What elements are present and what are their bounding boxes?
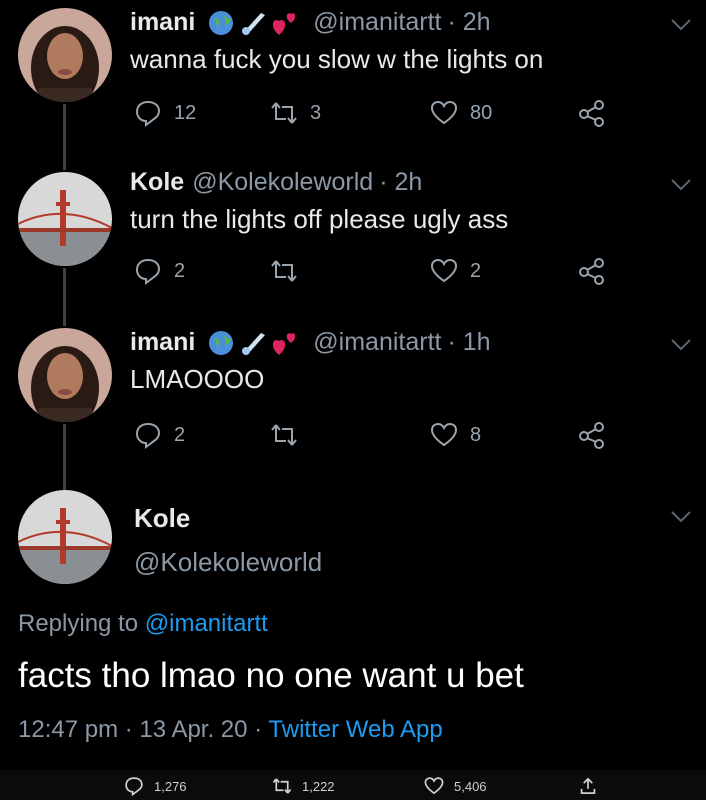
reply-icon [135,258,161,285]
reply-count: 2 [174,259,186,282]
tweet-header: Kole @Kolekoleworld · 2h [130,168,422,197]
tweet-header: imani @imanitartt · 2h [130,8,491,37]
retweet-button[interactable]: 1,222 [272,776,335,796]
reply-count: 12 [174,101,197,124]
display-name[interactable]: Kole [130,168,184,197]
like-button[interactable]: 2 [430,257,481,285]
handle[interactable]: @Kolekoleworld [192,168,373,197]
reply-count: 1,276 [154,778,187,794]
tweet-source-link[interactable]: Twitter Web App [268,716,442,743]
share-button[interactable] [578,257,606,285]
hearts-icon [273,332,296,355]
retweet-icon [271,102,297,124]
share-button[interactable] [578,776,598,796]
heart-icon [430,100,458,125]
emoji-group [203,329,299,357]
comet-icon [242,332,266,355]
like-button[interactable]: 8 [430,421,481,449]
share-icon [579,100,604,127]
thread-line [63,424,66,490]
comet-icon [242,12,266,35]
share-button[interactable] [578,421,606,449]
hearts-icon [273,12,296,35]
thread-line [63,104,66,170]
chevron-down-icon[interactable] [670,510,692,524]
tweet-header: imani @imanitartt · 1h [130,328,491,357]
reply-button[interactable]: 2 [134,257,185,285]
retweet-button[interactable] [270,257,310,285]
share-icon [579,422,604,449]
heart-icon [430,422,458,447]
retweet-icon [272,778,292,794]
share-button[interactable] [578,99,606,127]
tweet-text: turn the lights off please ugly ass [130,204,509,234]
retweet-count: 1,222 [302,778,335,794]
handle[interactable]: @Kolekoleworld [134,547,322,578]
tweet-text: wanna fuck you slow w the lights on [130,44,544,74]
handle[interactable]: @imanitartt [313,8,441,37]
heart-icon [430,258,458,283]
retweet-count: 3 [310,101,322,124]
chevron-down-icon[interactable] [670,178,692,192]
replying-handle-link[interactable]: @imanitartt [145,610,268,637]
display-name[interactable]: imani [130,328,195,357]
tweet-text: LMAOOOO [130,364,265,394]
like-button[interactable]: 80 [430,99,492,127]
reply-icon [135,422,161,449]
globe-icon [209,330,234,355]
like-button[interactable]: 5,406 [424,776,487,796]
timestamp[interactable]: · 1h [447,328,490,357]
display-name[interactable]: imani [130,8,195,37]
share-icon [579,258,604,285]
like-count: 80 [470,101,493,124]
tweet-date[interactable]: · 13 Apr. 20 · [125,716,262,743]
reply-icon [125,777,143,796]
chevron-down-icon[interactable] [670,18,692,32]
avatar-kole[interactable] [18,172,112,266]
retweet-icon [271,424,297,446]
thread-line [63,268,66,326]
timestamp[interactable]: · 2h [379,168,422,197]
reply-button[interactable]: 1,276 [124,776,187,796]
reply-button[interactable]: 2 [134,421,185,449]
bottom-action-bar [0,770,706,800]
tweet-time[interactable]: 12:47 pm [18,716,118,743]
avatar-imani[interactable] [18,328,112,422]
like-count: 5,406 [454,778,487,794]
retweet-icon [271,260,297,282]
like-count: 8 [470,423,482,446]
chevron-down-icon[interactable] [670,338,692,352]
replying-to: Replying to @imanitartt [18,610,268,638]
share-icon [580,777,596,794]
retweet-button[interactable] [270,421,310,449]
handle[interactable]: @imanitartt [313,328,441,357]
main-tweet-text: facts tho lmao no one want u bet [18,656,524,695]
retweet-button[interactable]: 3 [270,99,321,127]
display-name[interactable]: Kole [134,503,190,534]
heart-icon [424,777,444,795]
reply-button[interactable]: 12 [134,99,196,127]
reply-count: 2 [174,423,186,446]
like-count: 2 [470,259,482,282]
tweet-meta: 12:47 pm · 13 Apr. 20 · Twitter Web App [18,716,443,744]
avatar-imani[interactable] [18,8,112,102]
timestamp[interactable]: · 2h [447,8,490,37]
avatar-kole[interactable] [18,490,112,584]
globe-icon [209,10,234,35]
replying-prefix: Replying to [18,610,145,637]
emoji-group [203,9,299,37]
reply-icon [135,100,161,127]
